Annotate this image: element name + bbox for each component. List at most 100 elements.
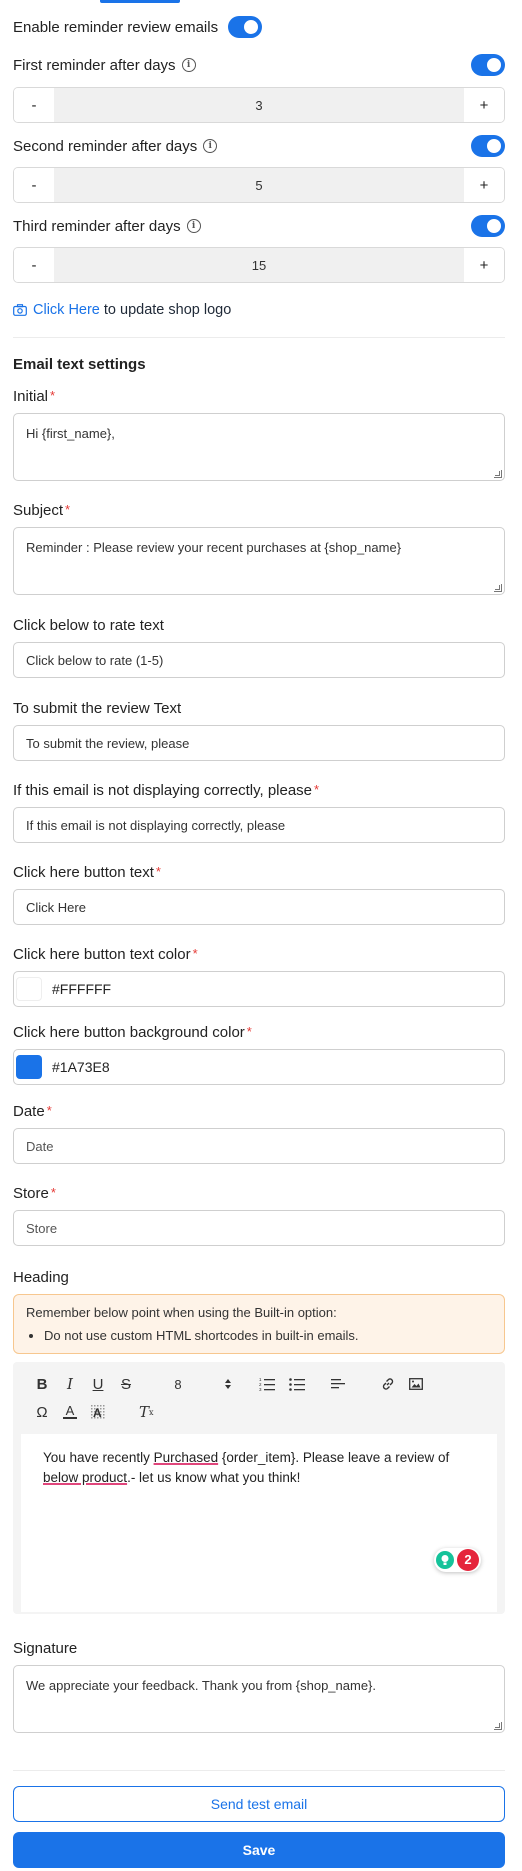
link-icon[interactable]: [381, 1377, 395, 1391]
first-reminder-stepper: - 3 +: [13, 87, 505, 123]
button-text-input[interactable]: Click Here: [13, 889, 505, 925]
save-button[interactable]: Save: [13, 1832, 505, 1868]
divider: [13, 1770, 505, 1771]
info-icon[interactable]: i: [203, 139, 218, 153]
button-bg-color-input[interactable]: #1A73E8: [13, 1049, 505, 1085]
rate-text-label: Click below to rate text: [13, 617, 164, 634]
button-text-color-input[interactable]: #FFFFFF: [13, 971, 505, 1007]
enable-reminder-toggle[interactable]: [228, 16, 263, 38]
date-input[interactable]: Date: [13, 1128, 505, 1164]
third-reminder-toggle[interactable]: [471, 215, 505, 237]
subject-label: Subject: [13, 502, 64, 519]
required-mark: *: [155, 864, 161, 879]
button-text-color-label: Click here button text color: [13, 946, 191, 963]
notice-item: Do not use custom HTML shortcodes in bui…: [44, 1328, 492, 1343]
required-mark: *: [50, 1185, 56, 1200]
italic-icon[interactable]: I: [63, 1375, 77, 1393]
initial-value: Hi {first_name},: [26, 426, 115, 441]
editor-text-2: {order_item}. Please leave a review of: [218, 1450, 454, 1465]
resize-handle[interactable]: [494, 1722, 502, 1730]
button-text-color-group: Click here button text color * #FFFFFF: [13, 946, 505, 1007]
strikethrough-icon[interactable]: S: [119, 1376, 133, 1393]
first-reminder-toggle[interactable]: [471, 54, 505, 76]
signature-group: Signature We appreciate your feedback. T…: [13, 1640, 505, 1733]
button-text-color-value: #FFFFFF: [52, 981, 112, 997]
camera-icon: [13, 304, 27, 316]
second-reminder-label: Second reminder after days: [13, 137, 198, 155]
first-reminder-group: First reminder after days i - 3 +: [13, 54, 505, 123]
resize-handle[interactable]: [494, 584, 502, 592]
initial-textarea[interactable]: Hi {first_name},: [13, 413, 505, 481]
image-icon[interactable]: [409, 1378, 423, 1390]
date-label: Date: [13, 1103, 45, 1120]
text-color-icon[interactable]: A: [63, 1404, 77, 1419]
required-mark: *: [46, 1103, 52, 1118]
button-text-group: Click here button text * Click Here: [13, 864, 505, 925]
decrement-button[interactable]: -: [14, 248, 54, 282]
subject-field-group: Subject * Reminder : Please review your r…: [13, 502, 505, 595]
heading-label: Heading: [13, 1269, 69, 1286]
third-reminder-value[interactable]: 15: [54, 248, 464, 282]
color-swatch-white[interactable]: [16, 977, 42, 1001]
editor-toolbar-row-2: Ω A A Tx: [21, 1400, 497, 1424]
align-left-icon[interactable]: [331, 1378, 345, 1390]
special-char-icon[interactable]: Ω: [35, 1404, 49, 1421]
notice-list: Do not use custom HTML shortcodes in bui…: [26, 1328, 492, 1343]
second-reminder-toggle[interactable]: [471, 135, 505, 157]
decrement-button[interactable]: -: [14, 168, 54, 202]
resize-handle[interactable]: [494, 470, 502, 478]
enable-reminder-label: Enable reminder review emails: [13, 18, 219, 36]
info-icon[interactable]: i: [181, 58, 196, 72]
subject-textarea[interactable]: Reminder : Please review your recent pur…: [13, 527, 505, 595]
background-color-icon[interactable]: A: [91, 1405, 105, 1419]
svg-text:3: 3: [259, 1387, 262, 1391]
color-swatch-blue[interactable]: [16, 1055, 42, 1079]
decrement-button[interactable]: -: [14, 88, 54, 122]
grammarly-count-badge: 2: [457, 1549, 479, 1571]
second-reminder-value[interactable]: 5: [54, 168, 464, 202]
font-size-stepper-icon[interactable]: [221, 1378, 235, 1390]
bullet-list-icon[interactable]: [289, 1377, 305, 1391]
not-displaying-group: If this email is not displaying correctl…: [13, 782, 505, 843]
editor-text-1: You have recently: [43, 1450, 154, 1465]
font-size-select[interactable]: 8: [171, 1377, 185, 1392]
required-mark: *: [246, 1024, 252, 1039]
first-reminder-value[interactable]: 3: [54, 88, 464, 122]
signature-textarea[interactable]: We appreciate your feedback. Thank you f…: [13, 1665, 505, 1733]
editor-content-area[interactable]: You have recently Purchased {order_item}…: [21, 1434, 497, 1612]
second-reminder-stepper: - 5 +: [13, 167, 505, 203]
divider: [13, 337, 505, 338]
increment-button[interactable]: +: [464, 88, 504, 122]
info-icon[interactable]: i: [186, 219, 201, 233]
second-reminder-group: Second reminder after days i - 5 +: [13, 135, 505, 203]
active-tab-indicator: [100, 0, 180, 3]
send-test-email-button[interactable]: Send test email: [13, 1786, 505, 1822]
grammarly-widget[interactable]: 2: [434, 1548, 481, 1572]
grammarly-icon: [436, 1551, 454, 1569]
increment-button[interactable]: +: [464, 248, 504, 282]
notice-title: Remember below point when using the Buil…: [26, 1305, 337, 1320]
svg-text:A: A: [93, 1406, 102, 1419]
ordered-list-icon[interactable]: 123: [259, 1377, 275, 1391]
underline-icon[interactable]: U: [91, 1376, 105, 1393]
required-mark: *: [50, 388, 56, 403]
submit-text-label: To submit the review Text: [13, 700, 182, 717]
increment-button[interactable]: +: [464, 168, 504, 202]
required-mark: *: [65, 502, 71, 517]
submit-text-input[interactable]: To submit the review, please: [13, 725, 505, 761]
not-displaying-input[interactable]: If this email is not displaying correctl…: [13, 807, 505, 843]
store-field-group: Store * Store: [13, 1185, 505, 1246]
heading-group: Heading Remember below point when using …: [13, 1269, 505, 1354]
editor-toolbar-row-1: B I U S 8 123: [21, 1372, 497, 1396]
update-logo-link[interactable]: Click Here: [33, 302, 100, 318]
store-input[interactable]: Store: [13, 1210, 505, 1246]
editor-misspelled-phrase[interactable]: below product: [43, 1470, 127, 1485]
signature-value: We appreciate your feedback. Thank you f…: [26, 1678, 377, 1693]
initial-label: Initial: [13, 388, 49, 405]
rate-text-input[interactable]: Click below to rate (1-5): [13, 642, 505, 678]
bold-icon[interactable]: B: [35, 1376, 49, 1393]
clear-format-icon[interactable]: Tx: [139, 1403, 154, 1421]
required-mark: *: [192, 946, 198, 961]
button-bg-color-label: Click here button background color: [13, 1024, 245, 1041]
editor-misspelled-word[interactable]: Purchased: [154, 1450, 219, 1465]
